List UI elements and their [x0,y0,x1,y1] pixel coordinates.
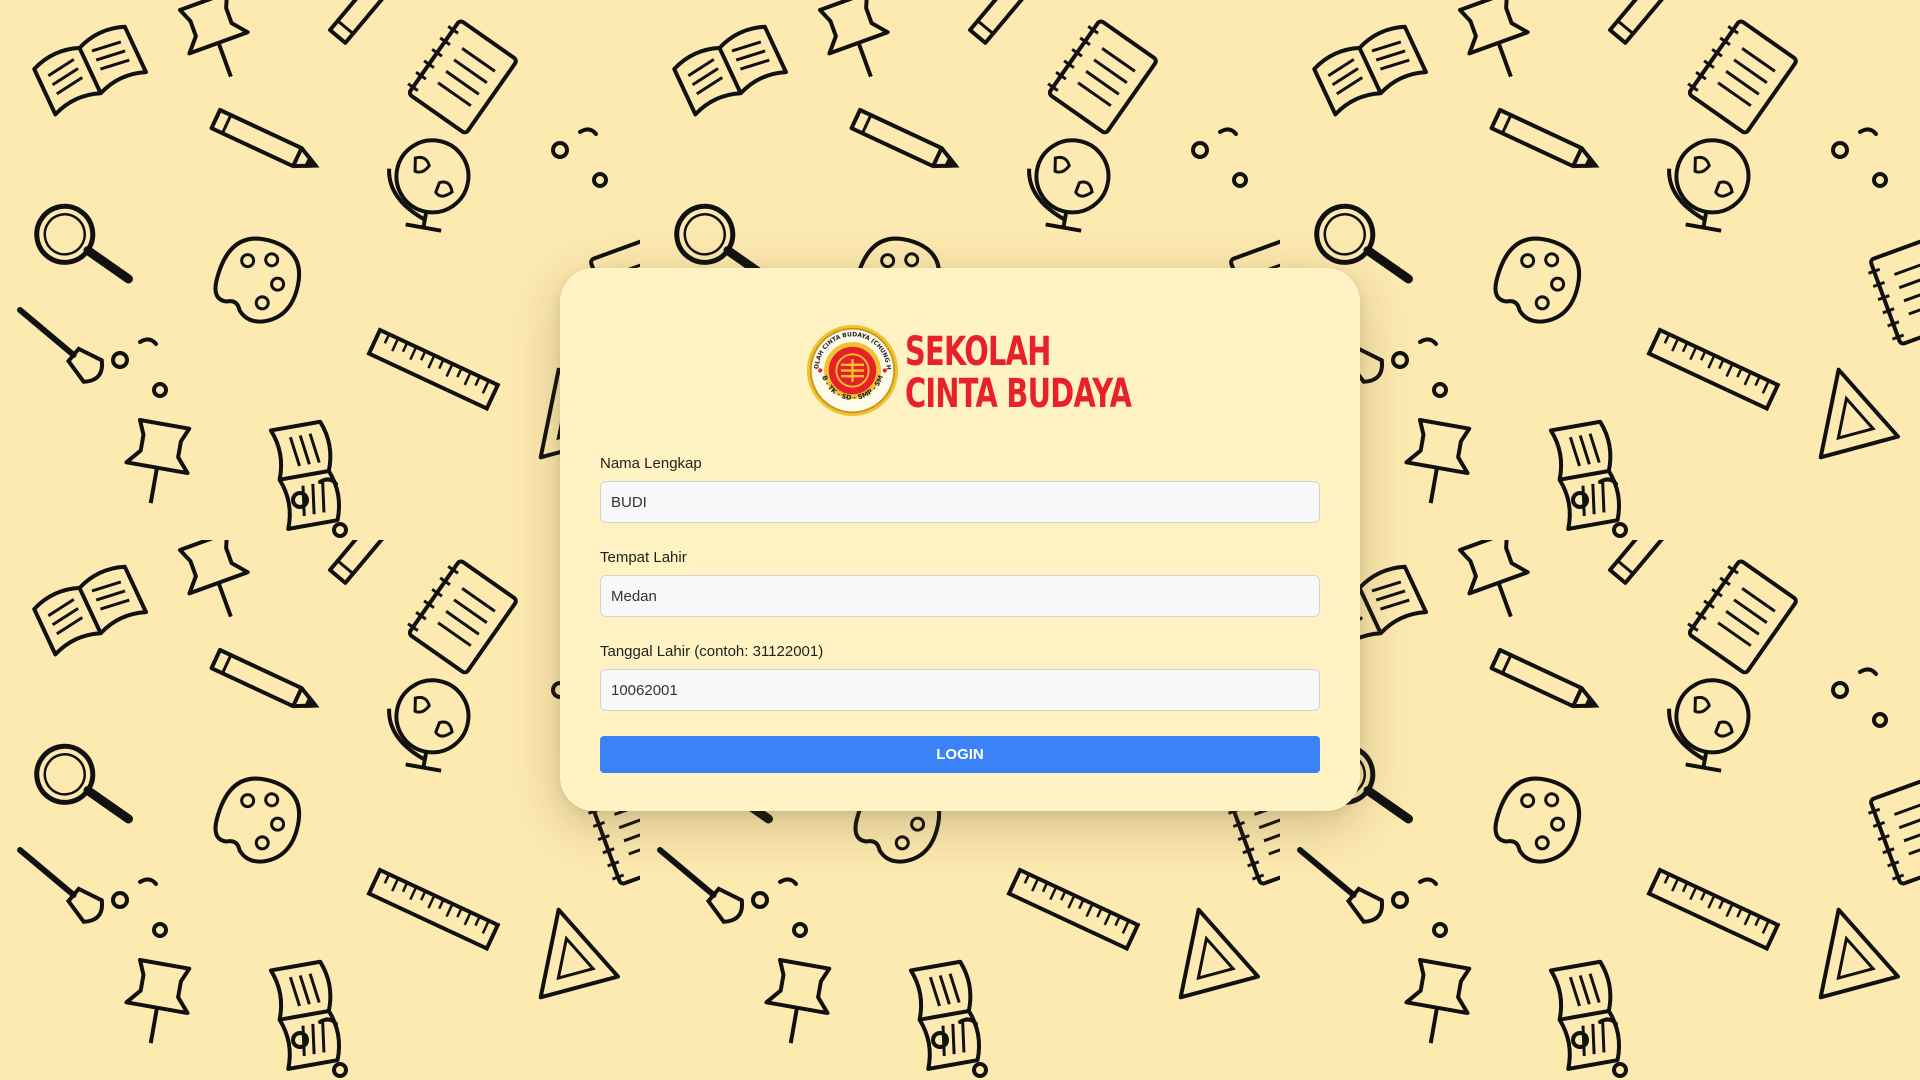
school-name-wordmark: SEKOLAH CINTA BUDAYA [905,329,1132,417]
login-card: SEKOLAH CINTA BUDAYA (CHUNG HUA) KB - TK… [560,268,1360,811]
name-label: Nama Lengkap [600,455,702,472]
birthplace-input[interactable] [600,575,1320,617]
school-name-line-1: SEKOLAH [905,329,1051,375]
birthdate-label: Tanggal Lahir (contoh: 31122001) [600,643,824,660]
birthdate-input[interactable] [600,669,1320,711]
school-logo: SEKOLAH CINTA BUDAYA (CHUNG HUA) KB - TK… [805,323,1132,423]
name-input[interactable] [600,481,1320,523]
school-seal-logo: SEKOLAH CINTA BUDAYA (CHUNG HUA) KB - TK… [805,323,899,417]
school-name-line-2: CINTA BUDAYA [905,371,1132,417]
login-button[interactable]: LOGIN [600,736,1320,773]
birthplace-label: Tempat Lahir [600,549,687,566]
